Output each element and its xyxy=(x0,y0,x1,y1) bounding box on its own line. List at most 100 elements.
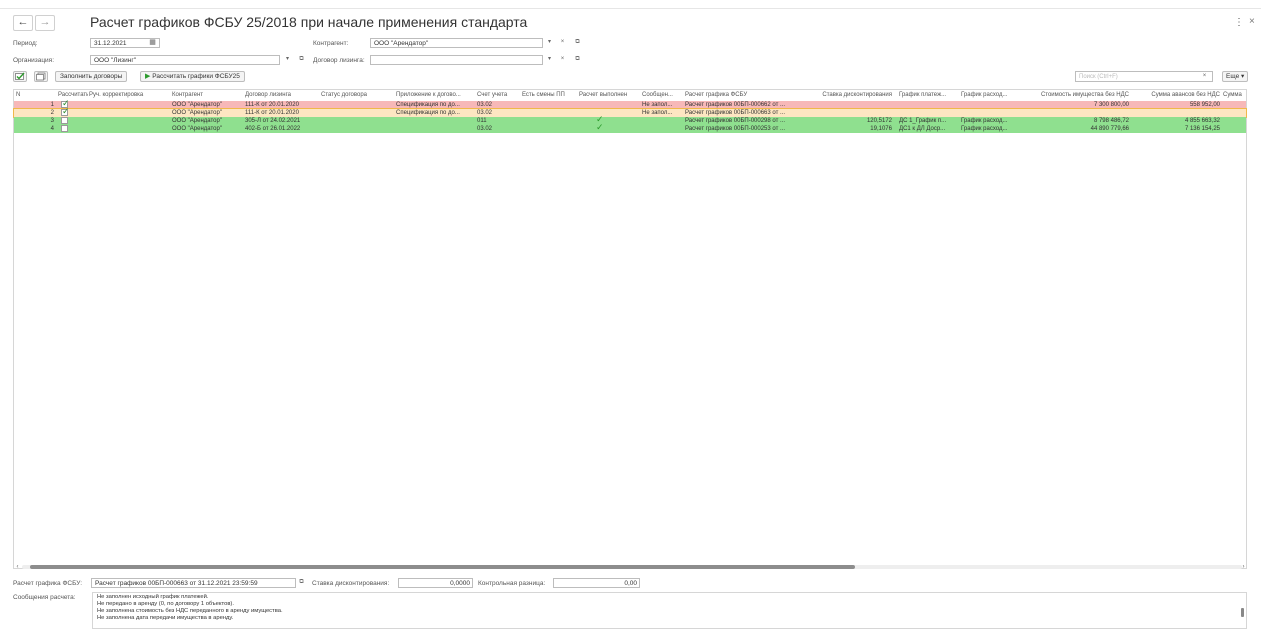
contracts-table: N Рассчитать Руч. корректировка Контрагент Д… xyxy=(13,89,1247,569)
calculation-done-icon: ✓ xyxy=(596,122,604,132)
play-icon: ▶ xyxy=(145,73,151,80)
column-header[interactable]: График расход... xyxy=(961,90,1019,100)
contractor-label: Контрагент: xyxy=(313,40,349,47)
search-input[interactable]: Поиск (Ctrl+F) xyxy=(1075,71,1213,82)
cell-rate: 19,1076 xyxy=(870,126,892,132)
contractor-field[interactable]: ООО "Арендатор" xyxy=(370,38,543,48)
cell-contract: 305-Л от 24.02.2021 xyxy=(245,118,301,124)
column-header[interactable]: Сумма xyxy=(1223,90,1246,100)
cell-exp xyxy=(961,109,1019,117)
cell-adv: 7 136 154,25 xyxy=(1184,126,1220,132)
column-header[interactable]: Приложение к догово... xyxy=(396,90,474,100)
contract-label: Договор лизинга: xyxy=(313,57,365,64)
contract-dropdown-icon[interactable]: ▾ xyxy=(545,55,554,64)
scrollbar-thumb[interactable] xyxy=(30,565,855,569)
search-clear-icon[interactable]: × xyxy=(1200,72,1209,81)
messages-scroll-thumb[interactable] xyxy=(1241,608,1244,617)
cell-appendix: Спецификация по до... xyxy=(396,110,460,116)
more-button[interactable]: Еще ▾ xyxy=(1222,71,1249,82)
more-menu-icon[interactable]: ⋮ xyxy=(1234,17,1244,28)
message-line: Не заполнена стоимость без НДС переданно… xyxy=(97,608,283,614)
table-row[interactable]: 2 ООО "Арендатор" 111-К от 20.01.2020 Специ… xyxy=(13,106,1247,118)
column-header[interactable]: Счет учета xyxy=(477,90,519,100)
cell-contract: 111-К от 20.01.2020 xyxy=(245,110,299,116)
fill-contracts-button[interactable]: Заполнить договоры xyxy=(55,71,128,82)
cell-cost: 8 798 486,72 xyxy=(1093,118,1129,124)
arrow-left-icon: ← xyxy=(17,16,29,28)
column-header[interactable]: Контрагент xyxy=(172,90,242,100)
calculate-schedules-label: Рассчитать графики ФСБУ25 xyxy=(152,73,240,80)
table-row[interactable]: 4 ООО "Арендатор" 402-Б от 26.01.2022 03.02… xyxy=(14,122,1246,133)
cell-n: 2 xyxy=(50,110,54,116)
cell-exp xyxy=(961,101,1019,109)
column-header[interactable]: Сообщен... xyxy=(642,90,682,100)
organization-field[interactable]: ООО "Лизинг" xyxy=(90,55,280,65)
cell-n: 3 xyxy=(50,118,54,124)
calculate-schedules-button[interactable]: ▶ Рассчитать графики ФСБУ25 xyxy=(140,71,245,82)
cell-contract: 111-К от 20.01.2020 xyxy=(245,102,299,108)
cell-rate xyxy=(804,109,892,117)
calculate-checkbox[interactable] xyxy=(61,117,68,124)
calculate-checkbox[interactable]: ✓ xyxy=(61,106,70,116)
diff-field[interactable]: 0,00 xyxy=(553,578,640,588)
back-button[interactable]: ← xyxy=(13,15,33,31)
schedule-value: Расчет графиков 00БП-000663 от 31.12.202… xyxy=(95,580,258,587)
schedule-field[interactable]: Расчет графиков 00БП-000663 от 31.12.202… xyxy=(91,578,296,588)
cell-n: 4 xyxy=(50,126,54,132)
scroll-left-icon[interactable]: ‹ xyxy=(13,563,22,572)
cell-schedule: Расчет графиков 00БП-000662 от ... xyxy=(685,102,786,108)
horizontal-scrollbar[interactable] xyxy=(22,565,1242,569)
calendar-icon[interactable]: ▦ xyxy=(148,38,157,47)
period-label: Период: xyxy=(13,40,38,47)
check-all-button[interactable] xyxy=(13,71,27,82)
uncheck-all-button[interactable] xyxy=(34,71,48,82)
contract-clear-icon[interactable]: × xyxy=(558,55,567,64)
table-row[interactable]: 1 ООО "Арендатор" 111-К от 20.01.2020 Специ… xyxy=(14,99,1246,109)
scroll-right-icon[interactable]: › xyxy=(1239,563,1248,572)
column-header[interactable]: Договор лизинга xyxy=(245,90,317,100)
cell-adv: 4 855 663,32 xyxy=(1184,118,1220,124)
organization-value: ООО "Лизинг" xyxy=(94,57,137,64)
contractor-clear-icon[interactable]: × xyxy=(558,38,567,47)
column-header[interactable]: Стоимость имущества без НДС xyxy=(1022,90,1129,100)
cell-pay xyxy=(899,109,957,117)
cell-exp: График расход... xyxy=(961,118,1008,124)
cell-message xyxy=(642,117,682,125)
uncheck-all-icon xyxy=(36,72,46,81)
cell-message: Не запол... xyxy=(642,110,673,116)
message-line: Не заполнен исходный график платежей. xyxy=(97,594,209,600)
schedule-open-icon[interactable]: ⧉ xyxy=(297,578,306,587)
schedule-label: Расчет графика ФСБУ: xyxy=(13,580,83,587)
cell-cost: 44 890 779,66 xyxy=(1090,126,1129,132)
column-header[interactable]: N xyxy=(16,90,46,100)
column-header[interactable]: Есть смены ПП xyxy=(522,90,577,100)
diff-label: Контрольная разница: xyxy=(478,580,546,587)
column-header[interactable]: Ставка дисконтирования xyxy=(804,90,892,100)
cell-pay: ДС1 к ДЛ Доср... xyxy=(899,126,946,132)
table-row[interactable]: 3 ООО "Арендатор" 305-Л от 24.02.2021 011 Ра… xyxy=(14,115,1246,125)
checkmark-icon: ✓ xyxy=(62,106,70,116)
close-icon[interactable]: × xyxy=(1249,16,1255,27)
column-header[interactable]: Сумма авансов без НДС xyxy=(1131,90,1220,100)
contract-open-icon[interactable]: ⧉ xyxy=(573,55,582,64)
column-header[interactable]: График платеж... xyxy=(899,90,957,100)
column-header[interactable]: Статус договора xyxy=(321,90,393,100)
column-header[interactable]: Руч. корректировка xyxy=(89,90,169,100)
contractor-open-icon[interactable]: ⧉ xyxy=(573,38,582,47)
rate-field[interactable]: 0,0000 xyxy=(398,578,473,588)
contract-field[interactable] xyxy=(370,55,543,65)
organization-open-icon[interactable]: ⧉ xyxy=(297,55,306,64)
table-header: N Рассчитать Руч. корректировка Контрагент Д… xyxy=(14,90,1246,100)
column-header[interactable]: Расчет выполнен xyxy=(579,90,637,100)
contractor-dropdown-icon[interactable]: ▾ xyxy=(545,38,554,47)
top-divider xyxy=(0,8,1261,9)
cell-pay: ДС 1_График п... xyxy=(899,118,947,124)
calculate-checkbox[interactable] xyxy=(61,125,68,132)
column-header[interactable]: Расчет графика ФСБУ xyxy=(685,90,800,100)
cell-account: 011 xyxy=(477,118,487,124)
check-all-icon xyxy=(15,72,25,80)
messages-box[interactable]: Не заполнен исходный график платежей. Не… xyxy=(92,592,1247,629)
cell-appendix: Спецификация по до... xyxy=(396,102,460,108)
organization-dropdown-icon[interactable]: ▾ xyxy=(283,55,292,64)
forward-button[interactable]: → xyxy=(35,15,55,31)
